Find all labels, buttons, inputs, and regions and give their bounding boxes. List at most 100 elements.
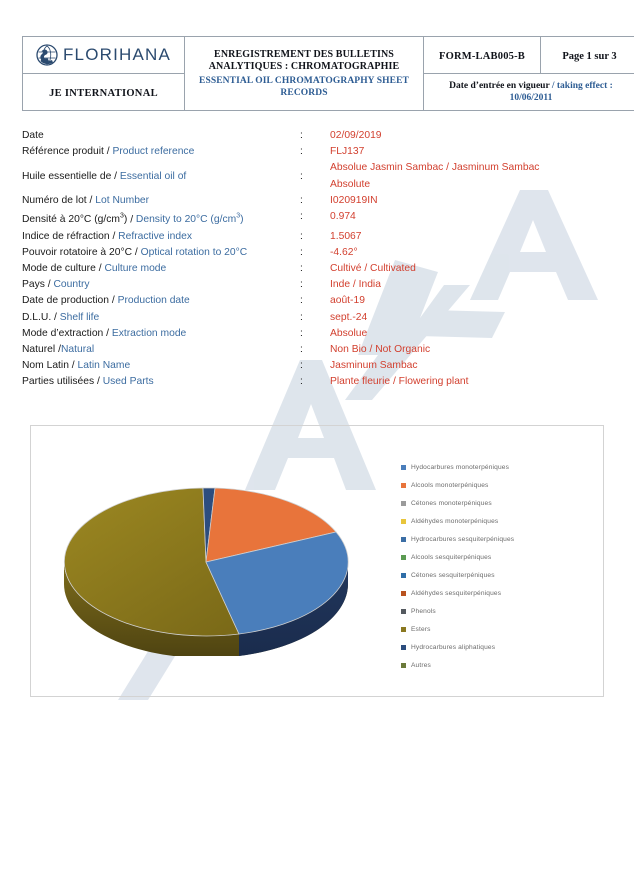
spec-value: sept.-24 bbox=[330, 311, 368, 323]
spec-label: D.L.U. / Shelf life bbox=[22, 310, 300, 326]
spec-label-separator: / bbox=[103, 327, 112, 339]
spec-label: Densité à 20°C (g/cm3) / Density to 20°C… bbox=[22, 209, 300, 229]
spec-value: Non Bio / Not Organic bbox=[330, 344, 431, 356]
spec-label-en: Culture mode bbox=[104, 263, 167, 275]
chart-legend: Hydocarbures monoterpéniques Alcools mono… bbox=[401, 458, 601, 674]
globe-icon bbox=[36, 44, 58, 66]
spec-label-fr: Date bbox=[22, 130, 44, 141]
legend-swatch bbox=[401, 518, 406, 524]
spec-label-fr: Naturel bbox=[22, 344, 56, 356]
spec-row: Parties utilisées / Used Parts: Plante fl… bbox=[22, 374, 612, 390]
spec-value: 0.974 bbox=[330, 211, 356, 223]
spec-label: Mode de culture / Culture mode bbox=[22, 261, 300, 277]
document-title-en: ESSENTIAL OIL CHROMATOGRAPHY SHEET RECOR… bbox=[199, 75, 409, 98]
spec-label: Parties utilisées / Used Parts bbox=[22, 374, 300, 390]
legend-label: Cétones sesquiterpéniques bbox=[411, 571, 495, 579]
legend-label: Esters bbox=[411, 625, 431, 633]
spec-label: Date de production / Production date bbox=[22, 293, 300, 309]
spec-label: Pouvoir rotatoire à 20°C / Optical rotat… bbox=[22, 245, 300, 261]
spec-label: Date bbox=[22, 128, 300, 144]
document-header-table: FLORIHANA ENREGISTREMENT DES BULLETINS A… bbox=[22, 36, 634, 111]
legend-item: Cétones sesquiterpéniques bbox=[401, 566, 601, 584]
legend-label: Cétones monoterpéniques bbox=[411, 499, 492, 507]
spec-value: -4.62° bbox=[330, 246, 358, 258]
spec-label: Référence produit / Product reference bbox=[22, 144, 300, 160]
spec-label-en: Density to 20°C (g/cm3) bbox=[135, 213, 244, 226]
spec-colon: : bbox=[300, 327, 303, 339]
spec-value: Cultivé / Cultivated bbox=[330, 263, 416, 275]
spec-label-fr: Date de production bbox=[22, 295, 110, 307]
spec-value: Inde / India bbox=[330, 279, 381, 291]
legend-swatch bbox=[401, 572, 406, 578]
spec-value: Plante fleurie / Flowering plant bbox=[330, 376, 469, 388]
legend-item: Cétones monoterpéniques bbox=[401, 494, 601, 512]
spec-colon: : bbox=[300, 360, 303, 372]
effective-date-label-fr: Date d’entrée en vigueur bbox=[449, 80, 550, 91]
page-number: Page 1 sur 3 bbox=[562, 51, 617, 62]
spec-label-fr: Pouvoir rotatoire à 20°C bbox=[22, 246, 133, 258]
legend-swatch bbox=[401, 482, 406, 488]
pie-chart bbox=[51, 466, 361, 658]
spec-label-en: Latin Name bbox=[77, 360, 131, 372]
spec-colon: : bbox=[300, 344, 303, 356]
spec-label-en: Essential oil of bbox=[119, 170, 187, 182]
spec-colon: : bbox=[300, 170, 303, 182]
spec-colon: : bbox=[300, 311, 303, 323]
legend-item: Phenols bbox=[401, 602, 601, 620]
spec-row: Huile essentielle de / Essential oil of:… bbox=[22, 160, 612, 192]
legend-label: Hydrocarbures aliphatiques bbox=[411, 643, 496, 651]
spec-row: Mode de culture / Culture mode: Cultivé /… bbox=[22, 261, 612, 277]
legend-item: Alcools sesquiterpéniques bbox=[401, 548, 601, 566]
spec-row: Pouvoir rotatoire à 20°C / Optical rotat… bbox=[22, 245, 612, 261]
effective-date-separator: / bbox=[549, 80, 557, 91]
legend-item: Esters bbox=[401, 620, 601, 638]
spec-label-separator: / bbox=[86, 194, 96, 206]
spec-row: Nom Latin / Latin Name: Jasminum Sambac bbox=[22, 358, 612, 374]
spec-label-fr: Pays bbox=[22, 279, 45, 291]
specification-list: Date: 02/09/2019 Référence produit / Produ… bbox=[22, 128, 612, 391]
spec-label-en: Country bbox=[53, 279, 90, 291]
spec-colon: : bbox=[300, 246, 303, 258]
legend-label: Alcools monoterpéniques bbox=[411, 481, 489, 489]
legend-label: Aldéhydes sesquiterpéniques bbox=[411, 589, 502, 597]
spec-row: Date de production / Production date: aoû… bbox=[22, 293, 612, 309]
legend-swatch bbox=[401, 554, 406, 560]
spec-value: 1.5067 bbox=[330, 230, 362, 242]
chromatography-chart-box: Hydocarbures monoterpéniques Alcools mono… bbox=[30, 425, 604, 697]
spec-colon: : bbox=[300, 146, 303, 158]
spec-label: Indice de réfraction / Refractive index bbox=[22, 229, 300, 245]
spec-value: Absolue Jasmin Sambac / Jasminum Sambac … bbox=[330, 162, 540, 190]
legend-label: Autres bbox=[411, 661, 431, 669]
spec-label-fr: Mode de culture bbox=[22, 263, 96, 275]
spec-value: I020919IN bbox=[330, 194, 378, 206]
legend-swatch bbox=[401, 626, 406, 632]
spec-label-fr: D.L.U. bbox=[22, 311, 52, 323]
legend-swatch bbox=[401, 644, 406, 650]
spec-label-separator: / bbox=[109, 295, 118, 307]
spec-label-separator: / bbox=[109, 230, 119, 242]
spec-label-en: Extraction mode bbox=[111, 327, 187, 339]
spec-colon: : bbox=[300, 263, 303, 275]
spec-value: Jasminum Sambac bbox=[330, 360, 418, 372]
legend-swatch bbox=[401, 590, 406, 596]
spec-label-fr: Numéro de lot bbox=[22, 194, 87, 206]
spec-label-en: Optical rotation to 20°C bbox=[140, 246, 248, 258]
legend-item: Hydrocarbures aliphatiques bbox=[401, 638, 601, 656]
spec-value: Absolue bbox=[330, 327, 368, 339]
spec-label-en: Used Parts bbox=[102, 376, 154, 388]
spec-row: Indice de réfraction / Refractive index:… bbox=[22, 229, 612, 245]
spec-row: Pays / Country: Inde / India bbox=[22, 277, 612, 293]
subsidiary-name: JE INTERNATIONAL bbox=[49, 88, 158, 99]
spec-label-fr: Indice de réfraction bbox=[22, 230, 110, 242]
spec-row: Numéro de lot / Lot Number: I020919IN bbox=[22, 193, 612, 209]
form-code-cell: FORM-LAB005-B bbox=[423, 36, 541, 74]
spec-row: Référence produit / Product reference: FL… bbox=[22, 144, 612, 160]
spec-label-en: Product reference bbox=[112, 146, 195, 158]
spec-label: Pays / Country bbox=[22, 277, 300, 293]
legend-swatch bbox=[401, 500, 406, 506]
spec-row: Mode d’extraction / Extraction mode: Abso… bbox=[22, 326, 612, 342]
spec-label-separator: / bbox=[132, 246, 141, 258]
spec-label-en: Shelf life bbox=[59, 311, 100, 323]
spec-row: Naturel /Natural: Non Bio / Not Organic bbox=[22, 342, 612, 358]
spec-row: Densité à 20°C (g/cm3) / Density to 20°C… bbox=[22, 209, 612, 229]
